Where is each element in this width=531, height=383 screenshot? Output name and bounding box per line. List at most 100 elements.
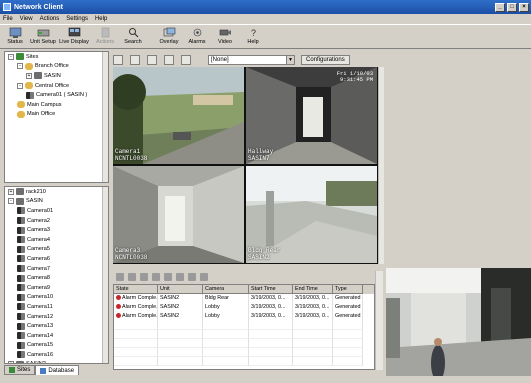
tree-item[interactable]: Camera8 (5, 273, 108, 283)
video-area-scrollbar[interactable] (378, 67, 384, 264)
help-icon: ? (251, 28, 256, 38)
video-tile-1[interactable]: Camera1 NCNTL0038 (113, 67, 244, 164)
alarm-table-scrollbar[interactable] (375, 271, 383, 370)
video-tile-2[interactable]: Fri 1/10/03 9:31:45 PM Hallway SASIN7 (246, 67, 377, 164)
tree-item[interactable]: Camera5 (5, 245, 108, 255)
alarms-button[interactable]: Alarms (184, 27, 210, 45)
layout-2x2-button[interactable] (130, 54, 140, 65)
menu-file[interactable]: File (3, 16, 13, 22)
tree-item[interactable]: Main Campus (5, 100, 108, 110)
tree-item[interactable]: Camera11 (5, 302, 108, 312)
tree-item[interactable]: Camera12 (5, 312, 108, 322)
column-header-unit[interactable]: Unit (158, 285, 203, 294)
expand-icon[interactable]: + (8, 361, 14, 363)
tree-item[interactable]: + SASIN (5, 71, 108, 81)
layout-4x4-button[interactable] (164, 54, 174, 65)
print-icon[interactable] (140, 273, 148, 281)
tree-item[interactable]: Camera3 (5, 225, 108, 235)
tree-item[interactable]: - Central Office (5, 81, 108, 91)
column-header-type[interactable]: Type (333, 285, 363, 294)
filter-icon[interactable] (176, 273, 184, 281)
tree-item[interactable]: Camera10 (5, 293, 108, 303)
tab-database[interactable]: Database (35, 365, 80, 375)
column-header-start-time[interactable]: Start Time (249, 285, 293, 294)
collapse-icon[interactable]: - (17, 63, 23, 70)
column-header-camera[interactable]: Camera (203, 285, 249, 294)
tree-item[interactable]: + SASIN2 (5, 360, 108, 363)
status-button[interactable]: Status (2, 27, 28, 45)
tree-item[interactable]: Camera16 (5, 350, 108, 360)
layout-3x3-button[interactable] (147, 54, 157, 65)
table-cell: SASIN2 (158, 312, 203, 321)
menu-help[interactable]: Help (95, 16, 107, 22)
collapse-icon[interactable]: - (8, 53, 14, 60)
maximize-button[interactable]: □ (507, 2, 517, 12)
tree-item[interactable]: Camera15 (5, 341, 108, 351)
layout-1x1-button[interactable] (113, 54, 123, 65)
panel-tabs: Sites Database (4, 365, 109, 375)
tree-item-label: Camera13 (27, 323, 54, 330)
tree-item[interactable]: Camera7 (5, 264, 108, 274)
live-display-button[interactable]: Live Display (58, 27, 90, 45)
camera-icon (17, 313, 25, 321)
tree-item[interactable]: Camera01 (5, 206, 108, 216)
layout-select[interactable]: [None] ▼ (208, 54, 295, 65)
tree-item[interactable]: Camera2 (5, 216, 108, 226)
expand-icon[interactable]: + (8, 188, 14, 195)
video-button[interactable]: Video (212, 27, 238, 45)
layout-custom-button[interactable] (181, 54, 191, 65)
help-button[interactable]: ? Help (240, 27, 266, 45)
tree-item-label: Camera10 (27, 294, 54, 301)
video-tile-3[interactable]: Camera3 NCNTL0038 (113, 166, 244, 263)
camera-icon (17, 303, 25, 311)
column-header-state[interactable]: State (114, 285, 158, 294)
tree-item[interactable]: Camera14 (5, 331, 108, 341)
tree-item[interactable]: - Branch Office (5, 62, 108, 72)
tree-item[interactable]: Camera6 (5, 254, 108, 264)
expand-icon[interactable]: + (26, 72, 32, 79)
units-tree-scrollbar[interactable] (102, 187, 108, 363)
unit-icon (16, 188, 24, 196)
menu-bar: File View Actions Settings Help (0, 14, 531, 24)
tree-item[interactable]: Camera4 (5, 235, 108, 245)
menu-settings[interactable]: Settings (66, 16, 88, 22)
unit-setup-button[interactable]: Unit Setup (30, 27, 56, 45)
menu-actions[interactable]: Actions (40, 16, 60, 22)
sites-tree: - Sites - Branch Office + SASIN - Central Offic… (5, 52, 108, 119)
tree-item[interactable]: Main Office (5, 110, 108, 120)
save-icon[interactable] (128, 273, 136, 281)
alarm-icon (116, 304, 121, 310)
sites-tree-scrollbar[interactable] (102, 52, 108, 182)
video-tile-4[interactable]: Bldg Rear SASIN2 (246, 166, 377, 263)
tree-item[interactable]: Camera01 ( SASIN ) (5, 90, 108, 100)
acknowledge-icon[interactable] (152, 273, 160, 281)
table-row[interactable]: Alarm Comple... SASIN2 Bldg Rear 3/19/2003,… (114, 294, 374, 303)
alarm-toolbar (113, 271, 375, 283)
close-button[interactable]: × (519, 2, 529, 12)
search-icon[interactable] (188, 273, 196, 281)
minimize-button[interactable]: _ (495, 2, 505, 12)
tree-item[interactable]: - Sites (5, 52, 108, 62)
column-header-end-time[interactable]: End Time (293, 285, 333, 294)
configurations-button[interactable]: Configurations (301, 54, 350, 65)
table-row[interactable]: Alarm Comple... SASIN2 Lobby 3/19/2003, 0..… (114, 303, 374, 312)
live-camera-view[interactable] (386, 268, 531, 383)
actions-button[interactable]: Actions (92, 27, 118, 45)
refresh-icon[interactable] (200, 273, 208, 281)
table-row[interactable]: Alarm Comple... SASIN2 Lobby 3/19/2003, 0..… (114, 312, 374, 321)
overlay-button[interactable]: Overlay (156, 27, 182, 45)
collapse-icon[interactable]: - (8, 198, 14, 205)
tree-item[interactable]: + rack210 (5, 187, 108, 197)
search-button[interactable]: Search (120, 27, 146, 45)
table-cell: 3/19/2003, 0... (293, 294, 333, 303)
collapse-icon[interactable]: - (17, 82, 23, 89)
chevron-down-icon[interactable]: ▼ (286, 55, 294, 64)
menu-view[interactable]: View (20, 16, 33, 22)
clear-icon[interactable] (164, 273, 172, 281)
tree-item[interactable]: Camera13 (5, 321, 108, 331)
tree-item[interactable]: - SASIN (5, 197, 108, 207)
delete-icon[interactable] (116, 273, 124, 281)
live-display-icon (68, 27, 80, 37)
tree-item[interactable]: Camera9 (5, 283, 108, 293)
tab-sites[interactable]: Sites (4, 365, 36, 375)
